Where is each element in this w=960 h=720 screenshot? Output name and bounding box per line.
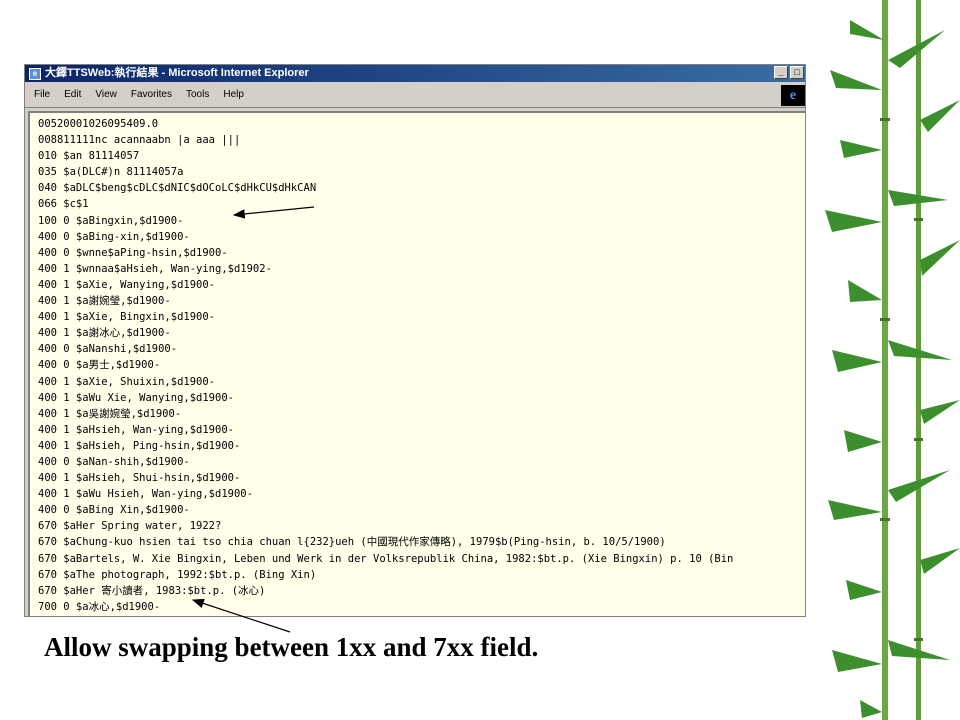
record-line: 670 $aThe photograph, 1992:$bt.p. (Bing … xyxy=(38,568,317,581)
record-line: 400 1 $aXie, Shuixin,$d1900- xyxy=(38,375,216,388)
record-line: 400 1 $a吳謝婉瑩,$d1900- xyxy=(38,407,182,420)
record-line: 670 $aChung-kuo hsien tai tso chia chuan… xyxy=(38,536,666,549)
record-line: 670 $aHer 寄小讀者, 1983:$bt.p. (冰心) xyxy=(38,584,266,597)
record-line: 400 1 $aHsieh, Wan-ying,$d1900- xyxy=(38,423,234,436)
record-line: 400 1 $aWu Xie, Wanying,$d1900- xyxy=(38,391,234,404)
menu-favorites[interactable]: Favorites xyxy=(124,83,179,107)
record-line: 400 0 $aNan-shih,$d1900- xyxy=(38,455,190,468)
menu-bar: File Edit View Favorites Tools Help xyxy=(25,83,805,108)
record-line: 010 $an 81114057 xyxy=(38,150,140,163)
record-line: 400 1 $a謝婉瑩,$d1900- xyxy=(38,295,171,308)
record-line: 400 1 $aXie, Wanying,$d1900- xyxy=(38,278,216,291)
marc-record-content: 00520001026095409.0 008811111nc acannaabn… xyxy=(28,111,805,616)
bamboo-decoration xyxy=(825,0,960,720)
ie-logo-icon: e xyxy=(781,85,805,106)
menu-edit[interactable]: Edit xyxy=(57,83,88,107)
menu-tools[interactable]: Tools xyxy=(179,83,216,107)
menu-view[interactable]: View xyxy=(88,83,124,107)
record-line: 400 1 $aHsieh, Ping-hsin,$d1900- xyxy=(38,439,241,452)
record-line: 400 0 $wnne$aPing-hsin,$d1900- xyxy=(38,246,228,259)
record-line: 400 0 $a男士,$d1900- xyxy=(38,359,161,372)
record-line: 00520001026095409.0 xyxy=(38,118,159,130)
record-line: 400 0 $aNanshi,$d1900- xyxy=(38,343,178,356)
record-line: 400 0 $aBing-xin,$d1900- xyxy=(38,230,190,243)
title-bar: e 大鐸TTSWeb:執行結果 - Microsoft Internet Exp… xyxy=(25,65,805,82)
maximize-button[interactable]: □ xyxy=(790,66,804,79)
record-line: 008811111nc acannaabn |a aaa ||| xyxy=(38,134,241,147)
window-title: 大鐸TTSWeb:執行結果 - Microsoft Internet Explo… xyxy=(45,67,309,79)
record-line: 400 1 $a謝冰心,$d1900- xyxy=(38,327,171,340)
record-line: 066 $c$1 xyxy=(38,198,89,211)
minimize-button[interactable]: _ xyxy=(774,66,788,79)
record-line: 400 1 $aHsieh, Shui-hsin,$d1900- xyxy=(38,472,241,485)
ie-window: e 大鐸TTSWeb:執行結果 - Microsoft Internet Exp… xyxy=(24,64,806,617)
record-line: 100 0 $aBingxin,$d1900- xyxy=(38,214,184,227)
window-controls: _ □ xyxy=(774,66,804,79)
slide-caption: Allow swapping between 1xx and 7xx field… xyxy=(44,632,539,662)
menu-file[interactable]: File xyxy=(25,83,57,107)
record-line: 700 0 $a冰心,$d1900- xyxy=(38,600,161,613)
record-line: 035 $a(DLC#)n 81114057a xyxy=(38,166,184,179)
record-line: 400 1 $aXie, Bingxin,$d1900- xyxy=(38,311,216,324)
record-line: 670 $aBartels, W. Xie Bingxin, Leben und… xyxy=(38,552,734,565)
record-line: 400 1 $aWu Hsieh, Wan-ying,$d1900- xyxy=(38,488,253,501)
menu-help[interactable]: Help xyxy=(216,83,251,107)
record-line: 040 $aDLC$beng$cDLC$dNIC$dOCoLC$dHkCU$dH… xyxy=(38,182,317,195)
record-line: 670 $aHer Spring water, 1922? xyxy=(38,520,222,533)
record-line: 400 1 $wnnaa$aHsieh, Wan-ying,$d1902- xyxy=(38,262,272,275)
ie-window-icon: e xyxy=(29,67,41,80)
record-line: 400 0 $aBing Xin,$d1900- xyxy=(38,504,190,517)
